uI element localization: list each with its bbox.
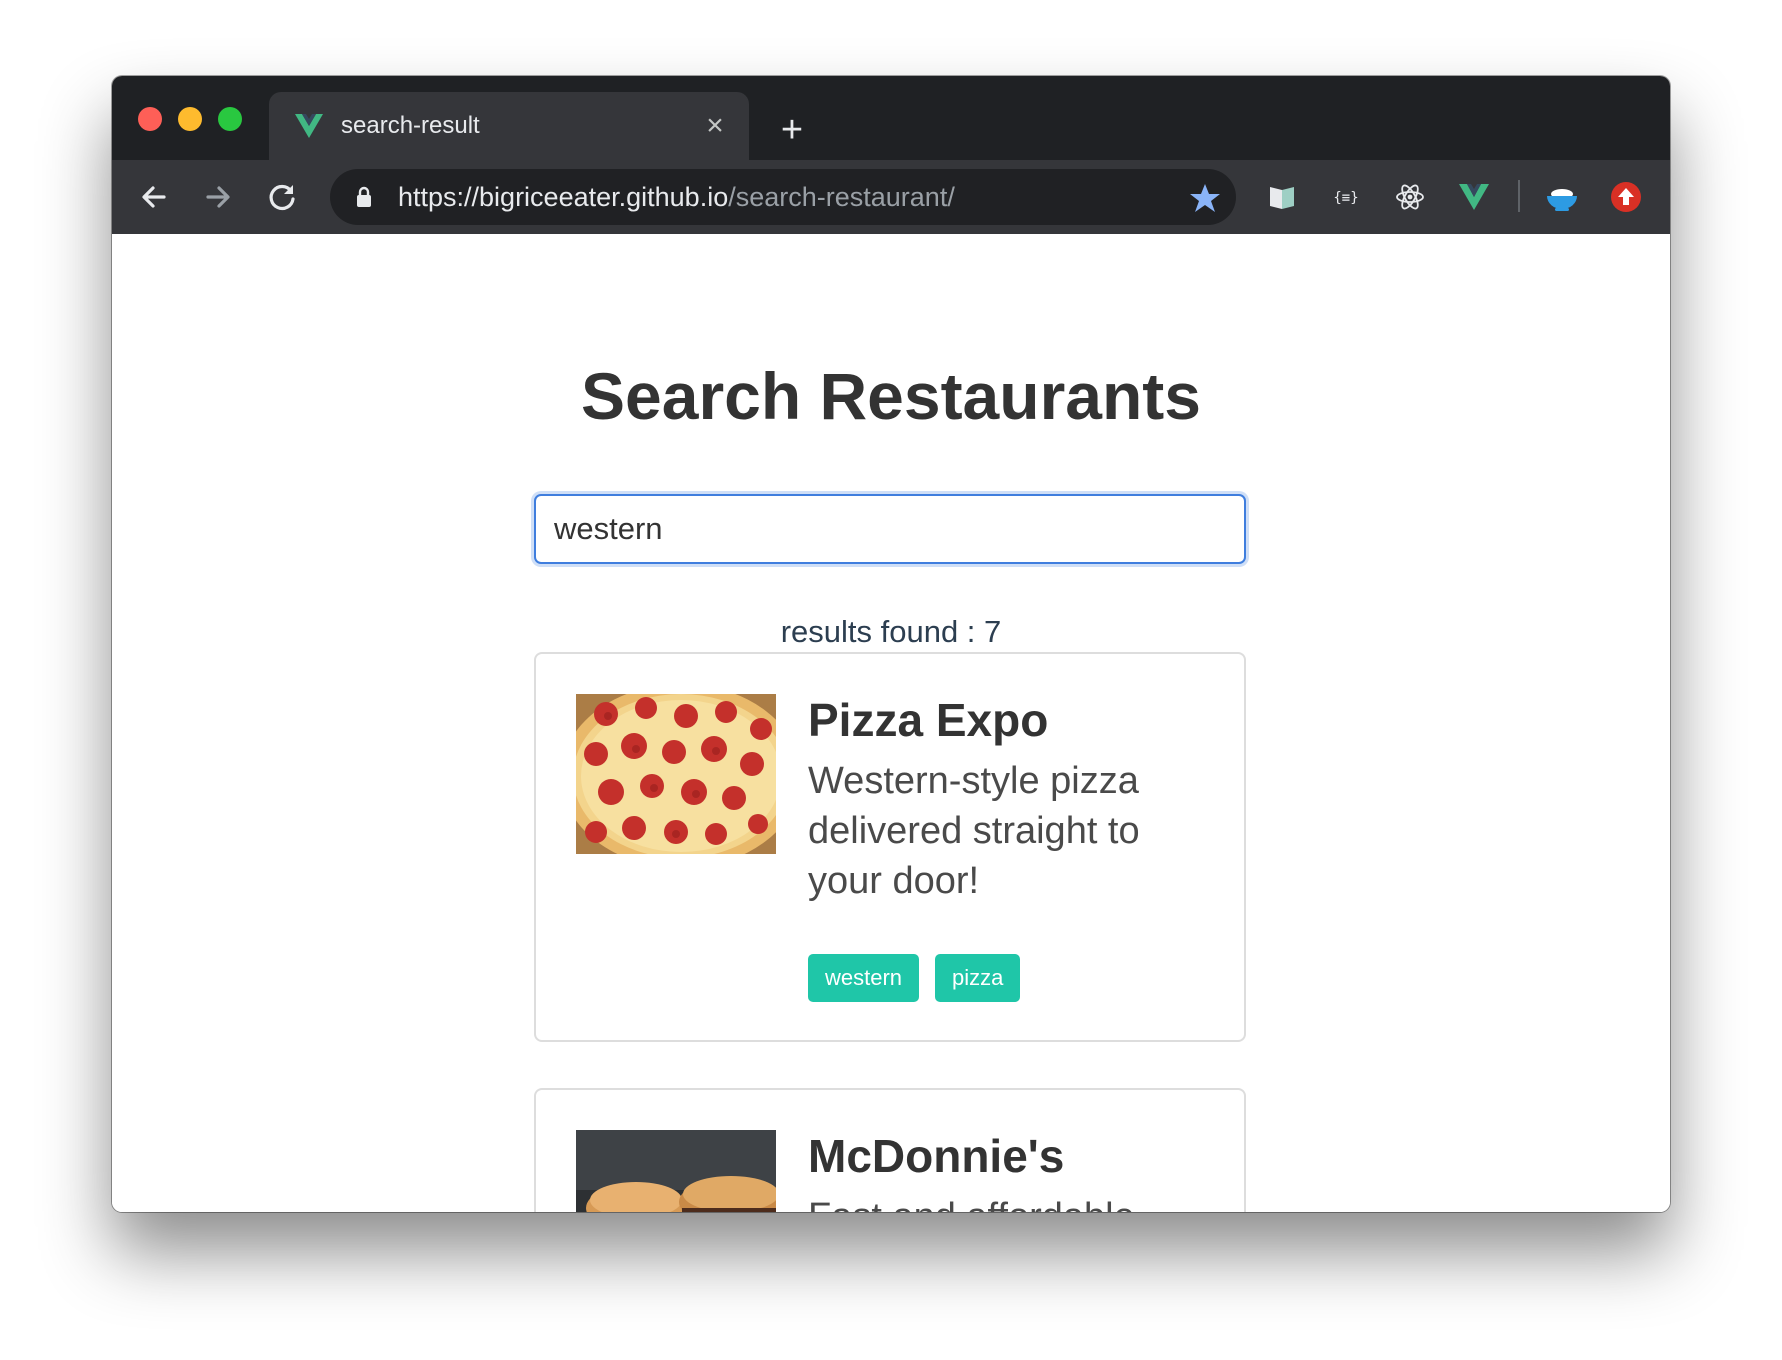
bookmark-star-icon[interactable] (1188, 181, 1222, 215)
plus-icon[interactable]: + (772, 110, 812, 150)
restaurant-card[interactable]: Pizza Expo Western-style pizza delivered… (534, 652, 1246, 1042)
title-bar: search-result × + (112, 76, 1670, 160)
upload-extension-icon[interactable] (1608, 179, 1644, 215)
vue-logo-icon (295, 114, 323, 138)
pizza-photo (576, 694, 776, 854)
back-arrow-icon[interactable] (134, 177, 174, 217)
svg-text:{≡}: {≡} (1333, 190, 1358, 206)
url-host: https://bigriceeater.github.io (398, 182, 729, 212)
reload-icon[interactable] (262, 177, 302, 217)
zoom-window-button[interactable] (218, 107, 242, 131)
browser-window: search-result × + https://bigriceeater.g… (112, 76, 1670, 1212)
page-title: Search Restaurants (581, 359, 1201, 433)
tab-title: search-result (341, 112, 480, 139)
react-devtools-icon[interactable] (1392, 179, 1428, 215)
close-icon[interactable]: × (699, 110, 731, 142)
restaurant-card[interactable]: McDonnie's Fast and affordable (534, 1088, 1246, 1212)
url-path: /search-restaurant/ (728, 182, 955, 212)
address-bar[interactable]: https://bigriceeater.github.io/search-re… (330, 169, 1236, 225)
restaurant-description: Western-style pizza delivered straight t… (808, 760, 1140, 902)
vue-devtools-icon[interactable] (1456, 179, 1492, 215)
page-content: Search Restaurants results found : 7 (112, 234, 1670, 1212)
lock-icon (357, 186, 371, 207)
restaurant-description: Fast and affordable (808, 1192, 1208, 1212)
url-text: https://bigriceeater.github.io/search-re… (398, 181, 955, 213)
extension-book-icon[interactable] (1264, 179, 1300, 215)
extension-json-icon[interactable]: {≡} (1328, 179, 1364, 215)
search-input[interactable] (534, 494, 1246, 564)
minimize-window-button[interactable] (178, 107, 202, 131)
burger-photo (576, 1130, 776, 1212)
tag-western[interactable]: western (808, 954, 920, 1002)
tag-pizza[interactable]: pizza (935, 954, 1021, 1002)
tag-list: western pizza (808, 954, 1021, 1002)
rice-bowl-extension-icon[interactable] (1544, 179, 1580, 215)
restaurant-name: McDonnie's (808, 1130, 1065, 1182)
browser-toolbar: https://bigriceeater.github.io/search-re… (112, 160, 1670, 234)
forward-arrow-icon[interactable] (198, 177, 238, 217)
tab-search-result[interactable]: search-result × (269, 92, 749, 160)
results-count: results found : 7 (780, 614, 1002, 649)
close-window-button[interactable] (138, 107, 162, 131)
toolbar-divider (1518, 180, 1520, 212)
restaurant-name: Pizza Expo (808, 694, 1049, 746)
